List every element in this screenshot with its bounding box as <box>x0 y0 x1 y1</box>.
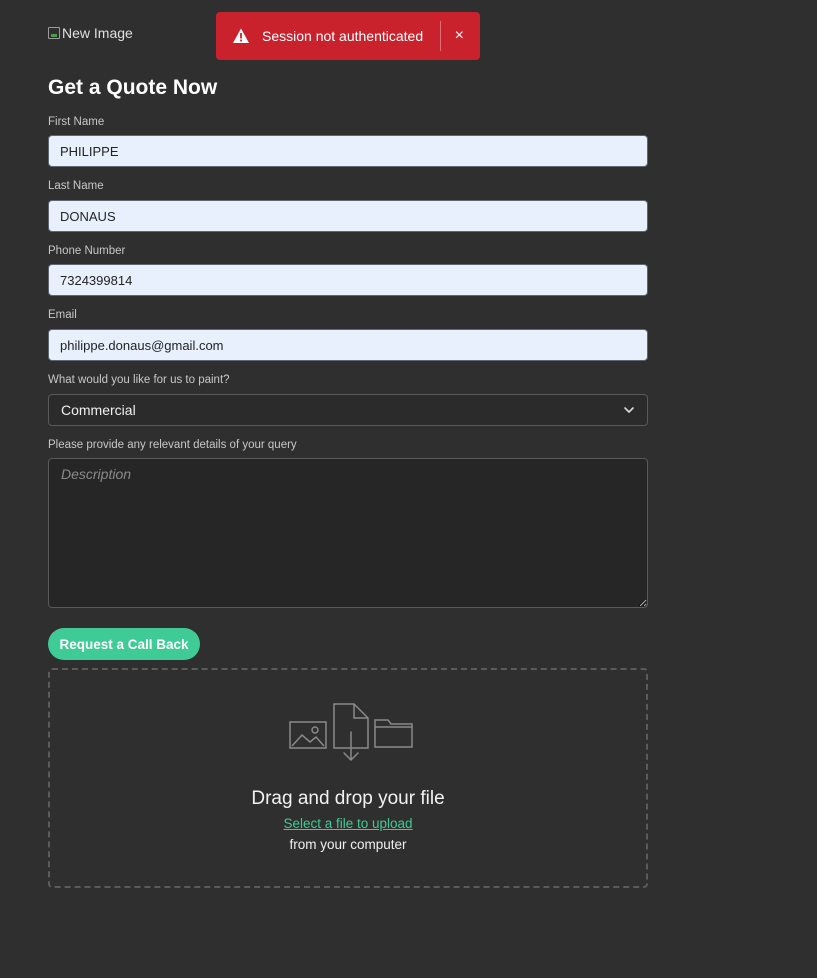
broken-image-icon <box>48 27 60 39</box>
request-callback-button[interactable]: Request a Call Back <box>48 628 200 660</box>
document-download-icon <box>333 703 369 761</box>
paint-type-value: Commercial <box>61 402 136 418</box>
page-title: Get a Quote Now <box>48 76 218 99</box>
select-file-link[interactable]: Select a file to upload <box>50 816 646 831</box>
warning-icon <box>232 27 250 45</box>
file-dropzone[interactable]: Drag and drop your file Select a file to… <box>48 668 648 888</box>
dropzone-title: Drag and drop your file <box>251 788 445 809</box>
paint-type-label: What would you like for us to paint? <box>48 374 230 386</box>
phone-label: Phone Number <box>48 245 126 257</box>
last-name-label: Last Name <box>48 180 104 192</box>
toast-divider <box>439 21 441 51</box>
details-label: Please provide any relevant details of y… <box>48 439 297 451</box>
email-input[interactable] <box>48 329 648 361</box>
first-name-input[interactable] <box>48 135 648 167</box>
last-name-input[interactable] <box>48 200 648 232</box>
chevron-down-icon <box>623 404 635 416</box>
email-label: Email <box>48 309 77 321</box>
logo-image: New Image <box>48 25 133 41</box>
toast-message: Session not authenticated <box>262 28 424 44</box>
logo-alt-text: New Image <box>62 25 133 41</box>
error-toast: Session not authenticated × <box>216 12 480 60</box>
upload-illustration <box>288 702 414 764</box>
toast-close-icon[interactable]: × <box>455 28 464 44</box>
image-file-icon <box>289 721 327 749</box>
details-textarea[interactable] <box>48 458 648 608</box>
first-name-label: First Name <box>48 116 105 128</box>
quote-page: New Image Session not authenticated × Ge… <box>0 0 817 978</box>
folder-icon <box>374 719 413 748</box>
dropzone-subtext: from your computer <box>289 837 407 852</box>
phone-input[interactable] <box>48 264 648 296</box>
paint-type-select[interactable]: Commercial <box>48 394 648 426</box>
